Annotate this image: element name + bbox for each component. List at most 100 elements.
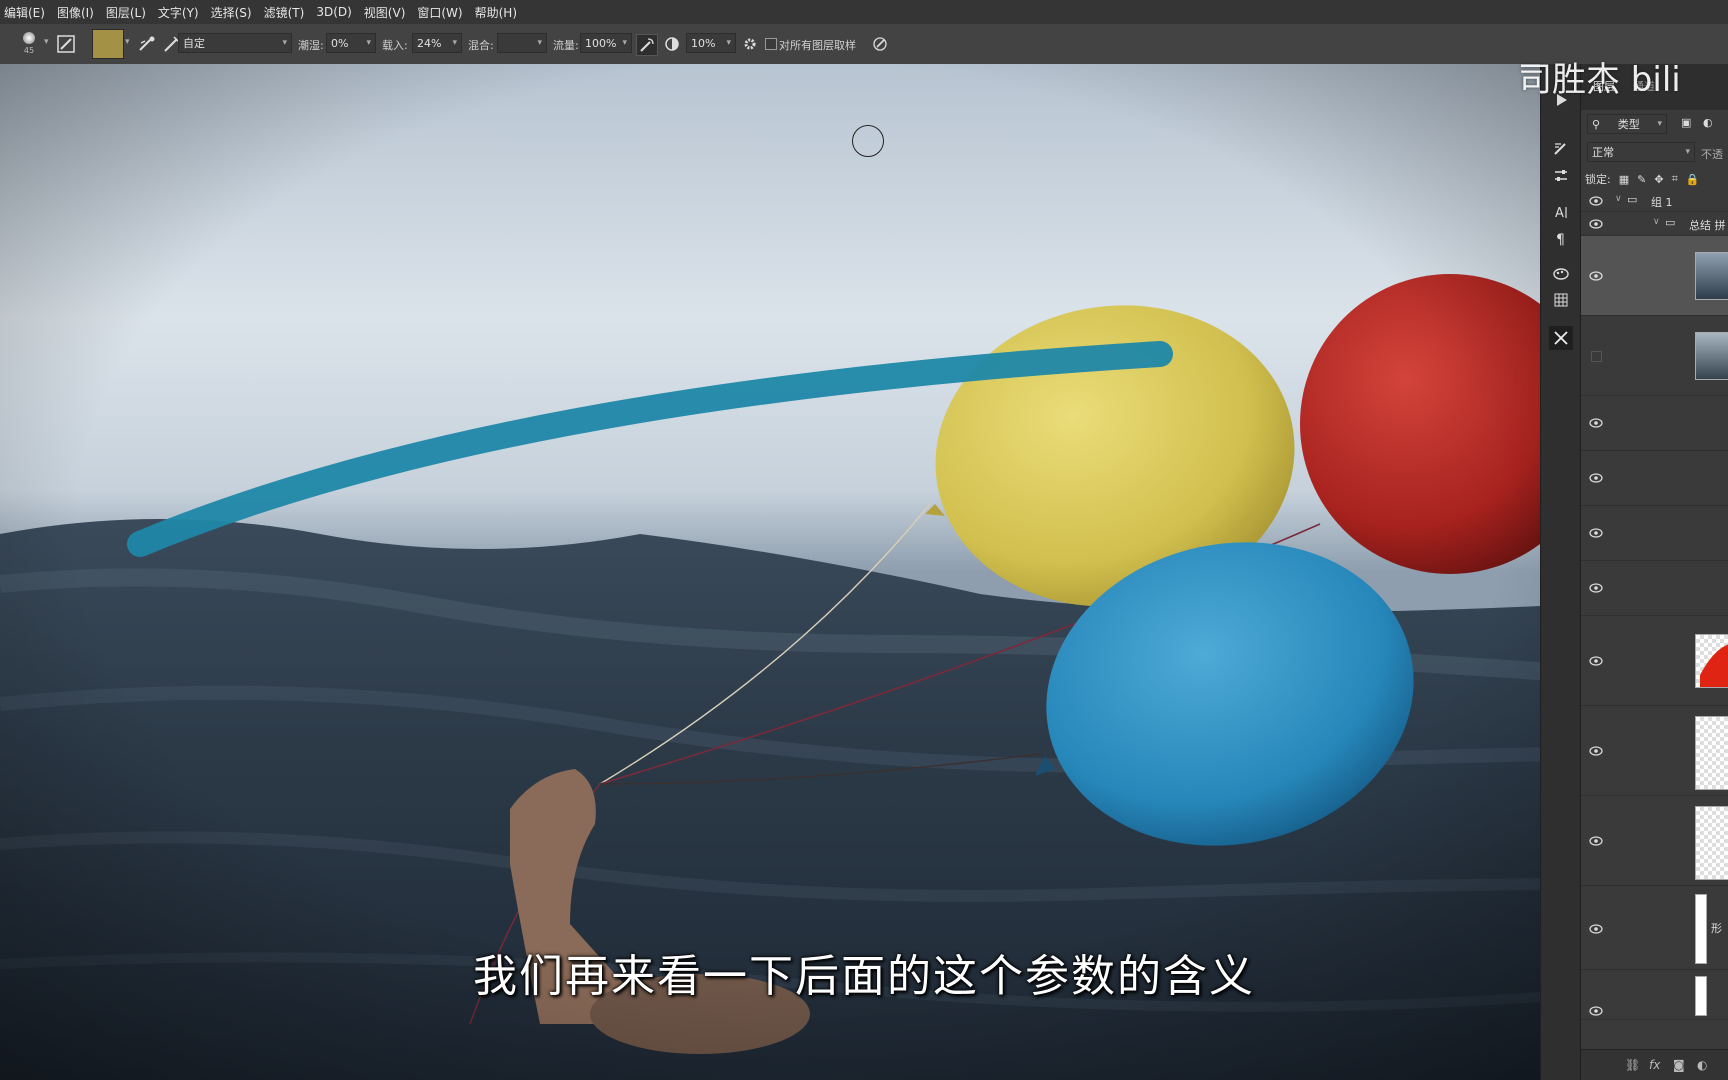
lock-pixels-icon[interactable]: ✎ bbox=[1637, 173, 1646, 186]
svg-text:A: A bbox=[1555, 206, 1564, 220]
eye-icon[interactable] bbox=[1589, 418, 1603, 428]
search-icon: ⚲ bbox=[1592, 117, 1601, 131]
chevron-down-icon: ▾ bbox=[366, 38, 371, 48]
flow-field[interactable]: 100% ▾ bbox=[580, 33, 632, 53]
layer-filter-row: ⚲ 类型 ▾ ▣ ◐ bbox=[1585, 112, 1728, 136]
lock-artboard-icon[interactable]: ⌗ bbox=[1672, 172, 1678, 186]
menu-layer[interactable]: 图层(L) bbox=[100, 4, 152, 21]
brush-panel-icon[interactable] bbox=[1549, 136, 1573, 160]
layer-row[interactable]: ∨ ▭ 总结 拼 bbox=[1581, 212, 1728, 236]
eye-icon[interactable] bbox=[1589, 528, 1603, 538]
menu-select[interactable]: 选择(S) bbox=[205, 4, 258, 21]
layer-row[interactable] bbox=[1581, 706, 1728, 796]
character-icon[interactable]: A bbox=[1549, 200, 1573, 224]
document-canvas[interactable] bbox=[0, 64, 1580, 1080]
eye-icon[interactable] bbox=[1589, 836, 1603, 846]
eye-icon[interactable] bbox=[1589, 583, 1603, 593]
layer-row[interactable] bbox=[1581, 796, 1728, 886]
menu-view[interactable]: 视图(V) bbox=[358, 4, 412, 21]
lock-all-icon[interactable]: 🔒 bbox=[1686, 173, 1700, 186]
layer-row[interactable] bbox=[1581, 616, 1728, 706]
layer-row[interactable] bbox=[1581, 506, 1728, 561]
flow-value: 100% bbox=[585, 36, 617, 50]
moisture-label: 潮湿: bbox=[298, 39, 324, 52]
pressure-size-icon[interactable] bbox=[870, 34, 890, 54]
layer-thumbnail bbox=[1695, 716, 1728, 790]
eye-icon[interactable] bbox=[1589, 746, 1603, 756]
brush-settings-icon[interactable] bbox=[56, 34, 76, 54]
paragraph-icon[interactable]: ¶ bbox=[1549, 226, 1573, 250]
menu-3d[interactable]: 3D(D) bbox=[310, 5, 357, 19]
load-label: 载入: bbox=[382, 39, 408, 52]
chevron-down-icon[interactable]: ∨ bbox=[1653, 217, 1660, 227]
layer-row[interactable] bbox=[1581, 451, 1728, 506]
load-value: 24% bbox=[417, 36, 442, 50]
layer-thumbnail bbox=[1695, 332, 1728, 380]
folder-icon: ▭ bbox=[1627, 193, 1638, 206]
adjustment-filter-icon[interactable]: ◐ bbox=[1703, 116, 1713, 129]
tool-presets-icon[interactable] bbox=[1549, 326, 1573, 350]
mix-preset-value: 自定 bbox=[183, 37, 205, 50]
chevron-down-icon[interactable]: ▾ bbox=[44, 37, 49, 47]
color-palette-icon[interactable] bbox=[1549, 262, 1573, 286]
layer-row[interactable]: 形 bbox=[1581, 886, 1728, 970]
chevron-down-icon[interactable]: ▾ bbox=[125, 37, 130, 47]
swatches-grid-icon[interactable] bbox=[1549, 288, 1573, 312]
lock-position-icon[interactable]: ✥ bbox=[1654, 173, 1663, 186]
chevron-down-icon[interactable]: ∨ bbox=[1615, 194, 1622, 204]
layer-row[interactable] bbox=[1581, 561, 1728, 616]
smoothing-icon[interactable] bbox=[662, 34, 682, 54]
chevron-down-icon: ▾ bbox=[726, 38, 731, 48]
eye-icon[interactable] bbox=[1589, 473, 1603, 483]
layer-row[interactable] bbox=[1581, 316, 1728, 396]
eye-icon[interactable] bbox=[1589, 219, 1603, 229]
eye-icon[interactable] bbox=[1589, 656, 1603, 666]
mask-icon[interactable]: ◙ bbox=[1673, 1058, 1685, 1072]
eye-icon[interactable] bbox=[1589, 1006, 1603, 1016]
red-shape-thumbnail bbox=[1700, 644, 1728, 687]
blend-mode-select[interactable]: 正常 ▾ bbox=[1587, 142, 1695, 162]
moisture-field[interactable]: 0% ▾ bbox=[326, 33, 376, 53]
load-field[interactable]: 24% ▾ bbox=[412, 33, 462, 53]
mix-field[interactable]: ▾ bbox=[497, 33, 547, 53]
menu-help[interactable]: 帮助(H) bbox=[469, 4, 523, 21]
eye-icon[interactable] bbox=[1589, 271, 1603, 281]
menu-edit[interactable]: 编辑(E) bbox=[0, 4, 51, 21]
layer-row[interactable] bbox=[1581, 396, 1728, 451]
lock-row: 锁定: ▦ ✎ ✥ ⌗ 🔒 bbox=[1585, 168, 1728, 190]
sample-all-layers-label: 对所有图层取样 bbox=[779, 39, 856, 52]
lock-label: 锁定: bbox=[1585, 173, 1611, 186]
airbrush-icon[interactable] bbox=[636, 34, 658, 56]
gear-icon[interactable] bbox=[740, 34, 760, 54]
image-filter-icon[interactable]: ▣ bbox=[1681, 116, 1691, 129]
flow-label: 流量: bbox=[553, 39, 579, 52]
mix-preset-select[interactable]: 自定 ▾ bbox=[178, 33, 292, 53]
layer-row-selected[interactable] bbox=[1581, 236, 1728, 316]
layer-row[interactable]: ∨ ▭ 组 1 bbox=[1581, 190, 1728, 212]
smoothing-field[interactable]: 10% ▾ bbox=[686, 33, 736, 53]
layer-thumbnail bbox=[1695, 894, 1707, 964]
layer-filter-select[interactable]: ⚲ 类型 ▾ bbox=[1587, 114, 1667, 134]
load-brush-icon[interactable] bbox=[137, 34, 157, 54]
link-icon[interactable]: ⛓ bbox=[1625, 1058, 1640, 1072]
menu-window[interactable]: 窗口(W) bbox=[411, 4, 468, 21]
menu-filter[interactable]: 滤镜(T) bbox=[258, 4, 311, 21]
brush-tip-icon bbox=[23, 32, 35, 44]
adjustments-icon[interactable] bbox=[1549, 164, 1573, 188]
chevron-down-icon: ▾ bbox=[282, 38, 287, 48]
lock-transparency-icon[interactable]: ▦ bbox=[1619, 173, 1629, 186]
menu-type[interactable]: 文字(Y) bbox=[152, 4, 205, 21]
current-color-swatch[interactable] bbox=[92, 29, 124, 59]
eye-icon[interactable] bbox=[1589, 924, 1603, 934]
eye-icon[interactable] bbox=[1589, 196, 1603, 206]
menu-image[interactable]: 图像(I) bbox=[51, 4, 100, 21]
brush-preset-picker[interactable]: 45 bbox=[16, 30, 42, 58]
layer-row[interactable] bbox=[1581, 970, 1728, 1020]
panel-icon-strip: A ¶ bbox=[1540, 64, 1581, 1080]
sample-all-layers-checkbox[interactable] bbox=[765, 38, 777, 50]
options-bar: 45 ▾ ▾ 自定 ▾ 潮湿: 0% ▾ 载入: 24% ▾ 混合: ▾ 流量:… bbox=[0, 24, 1728, 65]
adjust-icon[interactable]: ◐ bbox=[1697, 1058, 1707, 1072]
fx-button[interactable]: fx bbox=[1649, 1058, 1660, 1072]
visibility-toggle-off[interactable] bbox=[1591, 351, 1602, 362]
smoothing-value: 10% bbox=[691, 36, 716, 50]
